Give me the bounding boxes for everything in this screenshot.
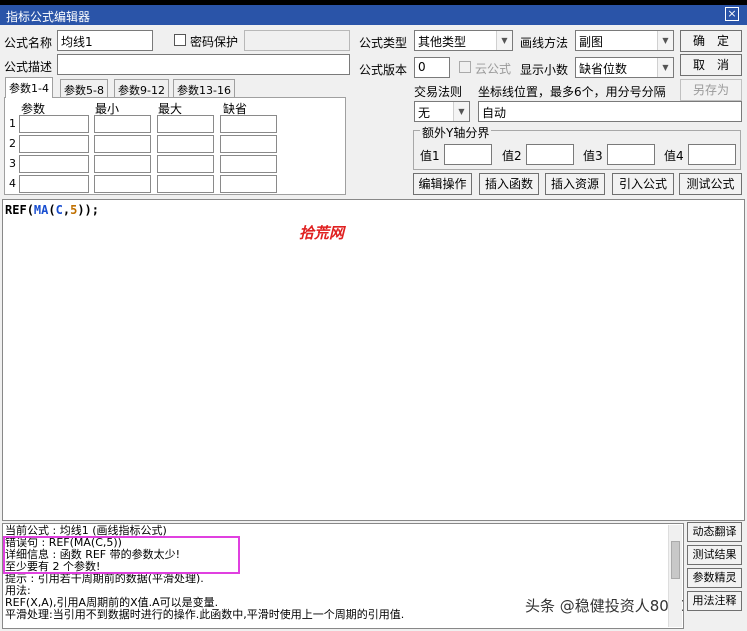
test-formula-button[interactable]: 测试公式 bbox=[679, 173, 742, 195]
code-token: ( bbox=[48, 203, 56, 217]
param-name-input[interactable] bbox=[19, 135, 89, 153]
password-checkbox[interactable] bbox=[174, 34, 186, 46]
chevron-down-icon: ▼ bbox=[496, 31, 512, 50]
dynamic-translate-button[interactable]: 动态翻译 bbox=[687, 522, 742, 542]
usage-notes-button[interactable]: 用法注释 bbox=[687, 591, 742, 611]
tab-params-1-4[interactable]: 参数1-4 bbox=[5, 77, 53, 98]
formula-name-input[interactable]: 均线1 bbox=[57, 30, 153, 51]
param-default-input[interactable] bbox=[220, 155, 277, 173]
error-highlight-box bbox=[3, 536, 240, 574]
coord-line-label: 坐标线位置，最多6个，用分号分隔 bbox=[478, 85, 666, 99]
yaxis-label-1: 值1 bbox=[420, 149, 440, 163]
cloud-formula-checkbox bbox=[459, 61, 471, 73]
decimal-value: 缺省位数 bbox=[579, 62, 628, 76]
param-name-input[interactable] bbox=[19, 175, 89, 193]
footer-watermark: 头条 @稳健投资人8020 bbox=[525, 597, 683, 615]
param-name-input[interactable] bbox=[19, 115, 89, 133]
chevron-down-icon: ▼ bbox=[657, 58, 673, 77]
password-label: 密码保护 bbox=[190, 35, 239, 49]
password-input bbox=[244, 30, 350, 51]
coord-line-input[interactable]: 自动 bbox=[478, 101, 742, 122]
param-min-input[interactable] bbox=[94, 155, 151, 173]
param-row-number: 1 bbox=[9, 117, 16, 130]
param-wizard-button[interactable]: 参数精灵 bbox=[687, 568, 742, 588]
formula-desc-label: 公式描述 bbox=[4, 60, 53, 74]
param-row-number: 4 bbox=[9, 177, 16, 190]
close-icon[interactable]: × bbox=[725, 7, 739, 21]
yaxis-input-2[interactable] bbox=[526, 144, 574, 165]
message-line: 平滑处理:当引用不到数据时进行的操作.此函数中,平滑时使用上一个周期的引用值. bbox=[5, 608, 405, 621]
param-min-input[interactable] bbox=[94, 135, 151, 153]
formula-version-label: 公式版本 bbox=[359, 63, 408, 77]
param-row-number: 2 bbox=[9, 137, 16, 150]
formula-type-value: 其他类型 bbox=[418, 35, 467, 49]
watermark-text: 拾荒网 bbox=[299, 224, 345, 242]
decimal-label: 显示小数 bbox=[520, 63, 569, 77]
draw-method-value: 副图 bbox=[579, 35, 604, 49]
message-scrollbar[interactable] bbox=[668, 525, 682, 627]
param-max-input[interactable] bbox=[157, 155, 214, 173]
param-default-input[interactable] bbox=[220, 115, 277, 133]
yaxis-label-4: 值4 bbox=[664, 149, 684, 163]
tab-params-5-8[interactable]: 参数5-8 bbox=[60, 79, 108, 97]
insert-function-button[interactable]: 插入函数 bbox=[479, 173, 539, 195]
param-max-input[interactable] bbox=[157, 135, 214, 153]
message-panel: 当前公式 : 均线1 (画线指标公式) 错误句 : REF(MA(C,5)) 详… bbox=[2, 523, 684, 629]
param-max-input[interactable] bbox=[157, 115, 214, 133]
param-name-input[interactable] bbox=[19, 155, 89, 173]
yaxis-input-3[interactable] bbox=[607, 144, 655, 165]
extra-yaxis-title: 额外Y轴分界 bbox=[420, 124, 492, 141]
draw-method-select[interactable]: 副图 ▼ bbox=[575, 30, 674, 51]
yaxis-label-3: 值3 bbox=[583, 149, 603, 163]
code-token: MA bbox=[33, 203, 49, 217]
message-line: 提示 : 引用若干周期前的数据(平滑处理). bbox=[5, 572, 204, 585]
param-min-input[interactable] bbox=[94, 175, 151, 193]
trade-rule-select[interactable]: 无 ▼ bbox=[414, 101, 470, 122]
trade-rule-label: 交易法则 bbox=[414, 85, 463, 99]
edit-operation-button[interactable]: 编辑操作 bbox=[413, 173, 472, 195]
insert-resource-button[interactable]: 插入资源 bbox=[545, 173, 605, 195]
tab-params-9-12[interactable]: 参数9-12 bbox=[114, 79, 169, 97]
param-default-input[interactable] bbox=[220, 135, 277, 153]
test-result-button[interactable]: 测试结果 bbox=[687, 545, 742, 565]
save-as-button[interactable]: 另存为 bbox=[680, 79, 742, 101]
cancel-button[interactable]: 取 消 bbox=[680, 54, 742, 76]
yaxis-input-1[interactable] bbox=[444, 144, 492, 165]
param-default-input[interactable] bbox=[220, 175, 277, 193]
code-token: )); bbox=[77, 203, 99, 217]
formula-desc-input[interactable] bbox=[57, 54, 350, 75]
tab-params-13-16[interactable]: 参数13-16 bbox=[173, 79, 235, 97]
code-token: C bbox=[55, 203, 63, 217]
code-token: REF bbox=[5, 203, 27, 217]
scrollbar-thumb[interactable] bbox=[671, 541, 680, 579]
decimal-select[interactable]: 缺省位数 ▼ bbox=[575, 57, 674, 78]
param-min-input[interactable] bbox=[94, 115, 151, 133]
code-token: ( bbox=[26, 203, 34, 217]
formula-type-label: 公式类型 bbox=[359, 36, 408, 50]
yaxis-label-2: 值2 bbox=[502, 149, 522, 163]
param-row-number: 3 bbox=[9, 157, 16, 170]
yaxis-input-4[interactable] bbox=[688, 144, 736, 165]
params-panel: 参数 最小 最大 缺省 1 2 3 4 bbox=[4, 97, 346, 195]
cloud-formula-label: 云公式 bbox=[475, 62, 512, 76]
code-token: , bbox=[62, 203, 71, 217]
trade-rule-value: 无 bbox=[418, 106, 431, 120]
import-formula-button[interactable]: 引入公式 bbox=[612, 173, 674, 195]
ok-button[interactable]: 确 定 bbox=[680, 30, 742, 52]
formula-version-input[interactable]: 0 bbox=[414, 57, 450, 78]
chevron-down-icon: ▼ bbox=[657, 31, 673, 50]
code-editor[interactable]: REF(MA(C,5)); 拾荒网 bbox=[2, 199, 745, 521]
code-line[interactable]: REF(MA(C,5)); bbox=[5, 203, 99, 217]
formula-name-label: 公式名称 bbox=[4, 36, 53, 50]
draw-method-label: 画线方法 bbox=[520, 36, 569, 50]
formula-type-select[interactable]: 其他类型 ▼ bbox=[414, 30, 513, 51]
chevron-down-icon: ▼ bbox=[453, 102, 469, 121]
param-max-input[interactable] bbox=[157, 175, 214, 193]
window-title: 指标公式编辑器 bbox=[6, 10, 91, 24]
title-bar: 指标公式编辑器 × bbox=[0, 5, 747, 25]
